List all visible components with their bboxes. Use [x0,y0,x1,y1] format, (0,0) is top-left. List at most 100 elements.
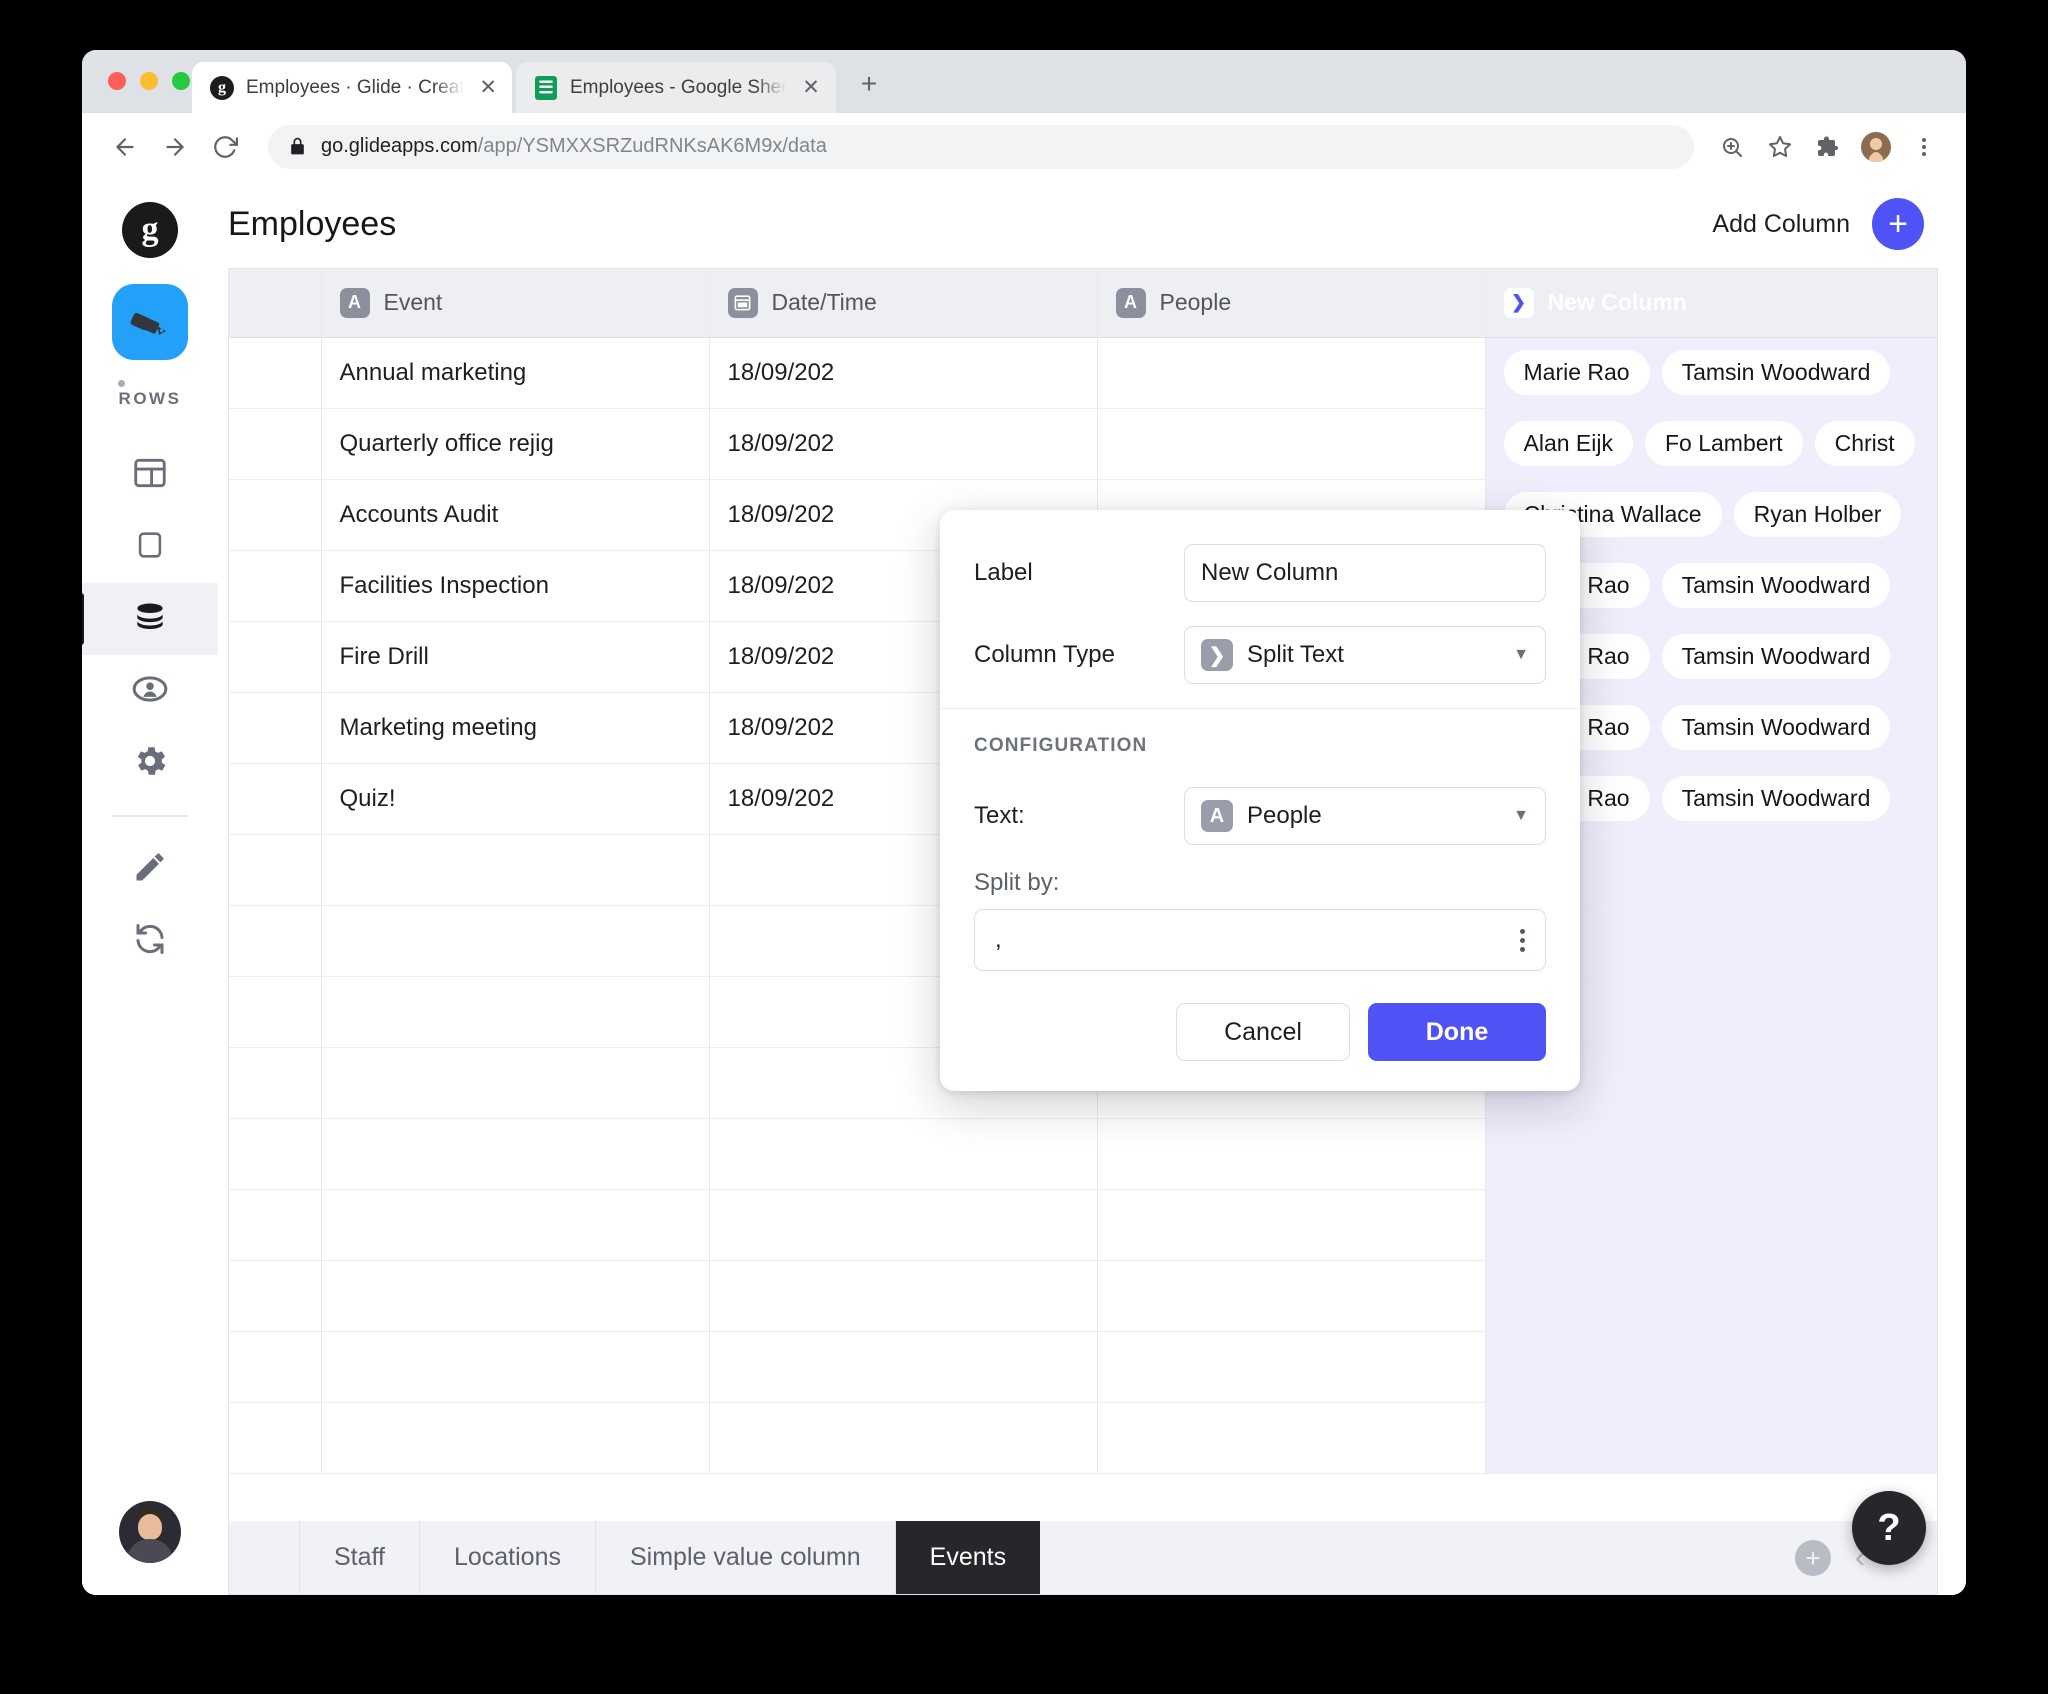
empty-cell[interactable] [321,1260,709,1331]
extensions-puzzle-icon[interactable] [1806,125,1850,169]
empty-cell[interactable] [1485,1260,1938,1331]
sidebar-item-edit[interactable] [82,833,218,905]
column-header-rownum[interactable] [229,269,321,337]
forward-icon[interactable] [152,124,198,170]
sheet-tab-staff[interactable]: Staff [299,1521,420,1594]
sidebar-item-preview[interactable] [82,511,218,583]
table-row-empty[interactable] [229,1402,1938,1473]
empty-cell[interactable] [229,1402,321,1473]
empty-cell[interactable] [1097,1331,1485,1402]
column-header-event[interactable]: A Event [321,269,709,337]
empty-cell[interactable] [709,1260,1097,1331]
cell-event[interactable]: Quarterly office rejig [321,408,709,479]
cell-event[interactable]: Marketing meeting [321,692,709,763]
empty-cell[interactable] [1485,1402,1938,1473]
empty-cell[interactable] [1097,1118,1485,1189]
empty-cell[interactable] [709,1189,1097,1260]
reload-icon[interactable] [202,124,248,170]
empty-cell[interactable] [321,1047,709,1118]
cell-event[interactable]: Accounts Audit [321,479,709,550]
empty-cell[interactable] [321,1402,709,1473]
sidebar-item-users[interactable] [82,655,218,727]
cell-new-column[interactable]: Marie RaoTamsin Woodward [1485,337,1938,408]
table-row-empty[interactable] [229,1260,1938,1331]
table-row-empty[interactable] [229,1189,1938,1260]
sidebar-item-data[interactable] [82,583,218,655]
empty-cell[interactable] [709,1331,1097,1402]
marker-pen-icon[interactable] [112,284,188,360]
profile-avatar-icon[interactable] [1854,125,1898,169]
close-icon[interactable]: ✕ [478,76,498,100]
zoom-icon[interactable] [1710,125,1754,169]
cell-event[interactable]: Annual marketing [321,337,709,408]
add-column-label[interactable]: Add Column [1712,210,1850,239]
user-avatar[interactable] [119,1501,181,1563]
row-number-cell[interactable] [229,692,321,763]
sheet-tab-locations[interactable]: Locations [420,1521,596,1594]
empty-cell[interactable] [1097,1189,1485,1260]
maximize-window-button[interactable] [172,72,190,90]
column-header-date[interactable]: Date/Time [709,269,1097,337]
empty-cell[interactable] [1485,1331,1938,1402]
glide-logo-icon[interactable]: g [122,202,178,258]
add-column-button[interactable]: + [1872,198,1924,250]
browser-tab-glide[interactable]: g Employees · Glide · Create App ✕ [192,62,512,113]
cell-new-column[interactable]: Alan EijkFo LambertChrist [1485,408,1938,479]
empty-cell[interactable] [709,1118,1097,1189]
empty-cell[interactable] [1097,1260,1485,1331]
cell-date[interactable]: 18/09/202 [709,408,1097,479]
row-number-cell[interactable] [229,763,321,834]
minimize-window-button[interactable] [140,72,158,90]
empty-cell[interactable] [321,905,709,976]
more-options-icon[interactable] [1520,929,1525,952]
row-number-cell[interactable] [229,550,321,621]
back-icon[interactable] [102,124,148,170]
sidebar-item-sync[interactable] [82,905,218,977]
empty-cell[interactable] [229,976,321,1047]
empty-cell[interactable] [709,1402,1097,1473]
empty-cell[interactable] [229,905,321,976]
close-window-button[interactable] [108,72,126,90]
cell-event[interactable]: Fire Drill [321,621,709,692]
close-icon[interactable]: ✕ [800,76,822,100]
empty-cell[interactable] [1097,1402,1485,1473]
cell-event[interactable]: Quiz! [321,763,709,834]
cell-event[interactable]: Facilities Inspection [321,550,709,621]
row-number-cell[interactable] [229,408,321,479]
sidebar-item-layout[interactable] [82,439,218,511]
empty-cell[interactable] [1485,1189,1938,1260]
empty-cell[interactable] [229,1189,321,1260]
empty-cell[interactable] [229,1047,321,1118]
add-sheet-button[interactable]: + [1795,1540,1831,1576]
row-number-cell[interactable] [229,479,321,550]
bookmark-star-icon[interactable] [1758,125,1802,169]
label-input[interactable]: New Column [1184,544,1546,602]
empty-cell[interactable] [321,976,709,1047]
help-button[interactable]: ? [1852,1491,1926,1565]
empty-cell[interactable] [229,834,321,905]
table-row-empty[interactable] [229,1118,1938,1189]
table-row[interactable]: Annual marketing18/09/202 Marie RaoTamsin… [229,337,1938,408]
sheet-tab-events[interactable]: Events [896,1521,1040,1594]
cell-date[interactable]: 18/09/202 [709,337,1097,408]
empty-cell[interactable] [321,834,709,905]
table-row-empty[interactable] [229,1331,1938,1402]
sidebar-item-settings[interactable] [82,727,218,799]
done-button[interactable]: Done [1368,1003,1546,1061]
column-header-new-column[interactable]: ❯ New Column [1485,269,1938,337]
more-menu-icon[interactable] [1902,125,1946,169]
column-header-people[interactable]: A People [1097,269,1485,337]
cell-people[interactable] [1097,337,1485,408]
new-tab-button[interactable]: + [854,69,884,99]
address-bar[interactable]: go.glideapps.com/app/YSMXXSRZudRNKsAK6M9… [268,125,1694,169]
empty-cell[interactable] [229,1118,321,1189]
column-type-select[interactable]: ❯ Split Text ▼ [1184,626,1546,684]
browser-tab-sheets[interactable]: ☰ Employees - Google Sheets ✕ [516,62,836,113]
row-number-cell[interactable] [229,337,321,408]
cell-people[interactable] [1097,408,1485,479]
table-row[interactable]: Quarterly office rejig18/09/202 Alan Eijk… [229,408,1938,479]
row-number-cell[interactable] [229,621,321,692]
empty-cell[interactable] [1485,1118,1938,1189]
empty-cell[interactable] [321,1331,709,1402]
text-source-select[interactable]: A People ▼ [1184,787,1546,845]
